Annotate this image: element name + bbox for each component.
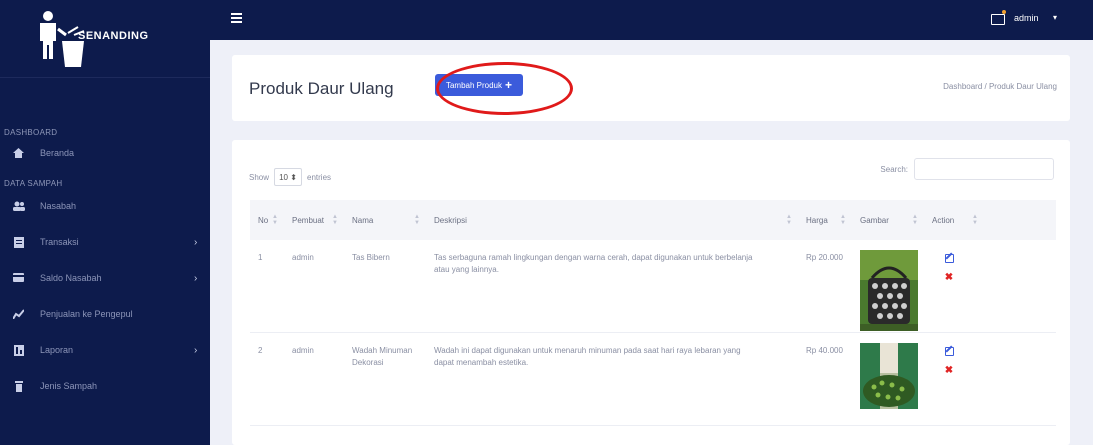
sidebar: SENANDING DASHBOARD Beranda DATA SAMPAH …: [0, 0, 210, 445]
cell-nama: Tas Bibern: [352, 253, 390, 262]
sidebar-item-label: Laporan: [40, 345, 74, 355]
plus-icon: +: [505, 78, 513, 92]
table-row: 2 admin Wadah Minuman Dekorasi Wadah ini…: [250, 333, 1056, 426]
home-icon: [13, 148, 24, 158]
sidebar-item-jenis-sampah[interactable]: Jenis Sampah: [0, 368, 210, 404]
sort-icon: ▲ ▼: [272, 213, 278, 226]
page-header: Produk Daur Ulang Tambah Produk + Dashbo…: [232, 55, 1070, 121]
report-icon: [13, 345, 24, 356]
sidebar-heading-dashboard: DASHBOARD: [4, 128, 58, 137]
column-header-harga[interactable]: Harga ▲ ▼: [798, 213, 852, 226]
add-product-label: Tambah Produk: [445, 80, 502, 90]
column-header-pembuat[interactable]: Pembuat ▲ ▼: [284, 213, 344, 226]
column-header-nama[interactable]: Nama ▲ ▼: [344, 213, 426, 226]
entries-control: Show 10 ⬍ entries: [249, 168, 331, 186]
edit-icon[interactable]: [944, 254, 954, 263]
users-icon: [13, 201, 25, 211]
cell-pembuat: admin: [292, 253, 314, 262]
cell-gambar: [852, 240, 924, 332]
notification-dot: [1002, 10, 1006, 14]
sort-icon: ▲ ▼: [786, 213, 792, 226]
menu-toggle-icon[interactable]: [231, 13, 242, 23]
column-header-action[interactable]: Action ▲ ▼: [924, 213, 984, 226]
entries-select[interactable]: 10 ⬍: [274, 168, 303, 186]
sort-icon: ▲ ▼: [414, 213, 420, 226]
chevron-right-icon: ›: [194, 272, 198, 284]
cell-harga: Rp 20.000: [806, 253, 843, 262]
cell-deskripsi: Wadah ini dapat digunakan untuk menaruh …: [434, 346, 741, 367]
search-label: Search:: [880, 164, 908, 174]
cell-harga: Rp 40.000: [806, 346, 843, 355]
sidebar-item-nasabah[interactable]: Nasabah: [0, 188, 210, 224]
cell-nama: Wadah Minuman Dekorasi: [352, 346, 413, 367]
sidebar-item-label: Jenis Sampah: [40, 381, 98, 391]
sidebar-heading-data-sampah: DATA SAMPAH: [4, 179, 63, 188]
products-table: No ▲ ▼ Pembuat ▲ ▼ Nama ▲ ▼ Deskripsi ▲ ▼ Harga ▲…: [250, 200, 1056, 426]
table-card: Show 10 ⬍ entries Search: No ▲ ▼ Pembuat ▲ ▼…: [232, 140, 1070, 445]
breadcrumb: Dashboard / Produk Daur Ulang: [943, 82, 1057, 91]
delete-icon[interactable]: ✖: [945, 366, 953, 376]
entries-label: entries: [307, 172, 332, 182]
cell-no: 2: [258, 346, 263, 355]
topbar: admin ▾: [210, 0, 1093, 40]
table-header: No ▲ ▼ Pembuat ▲ ▼ Nama ▲ ▼ Deskripsi ▲ ▼ Harga ▲…: [250, 200, 1056, 240]
chart-icon: [12, 309, 25, 320]
cell-gambar: [852, 333, 924, 425]
sort-icon: ▲ ▼: [912, 213, 918, 226]
mail-icon[interactable]: [991, 10, 1006, 25]
sidebar-item-label: Nasabah: [40, 201, 77, 211]
cell-deskripsi: Tas serbaguna ramah lingkungan dengan wa…: [434, 253, 753, 274]
sidebar-item-penjualan[interactable]: Penjualan ke Pengepul: [0, 296, 210, 332]
product-image-bag[interactable]: [860, 250, 918, 331]
sidebar-item-saldo-nasabah[interactable]: Saldo Nasabah ›: [0, 260, 210, 296]
sort-icon: ▲ ▼: [840, 213, 846, 226]
brand-logo-icon: [28, 9, 98, 69]
add-product-button[interactable]: Tambah Produk +: [435, 74, 523, 96]
column-header-deskripsi[interactable]: Deskripsi ▲ ▼: [426, 213, 798, 226]
chevron-right-icon: ›: [194, 236, 198, 248]
column-header-gambar[interactable]: Gambar ▲ ▼: [852, 213, 924, 226]
product-image-container[interactable]: [860, 343, 918, 409]
receipt-icon: [13, 237, 24, 248]
sidebar-item-label: Beranda: [40, 148, 75, 158]
search-control: Search:: [880, 158, 1054, 180]
column-header-no[interactable]: No ▲ ▼: [250, 213, 284, 226]
search-input[interactable]: [914, 158, 1054, 180]
user-menu[interactable]: admin: [1014, 13, 1039, 23]
cell-pembuat: admin: [292, 346, 314, 355]
trash-icon: [13, 381, 24, 392]
brand[interactable]: SENANDING: [0, 0, 210, 78]
edit-icon[interactable]: [944, 347, 954, 356]
sidebar-item-label: Saldo Nasabah: [40, 273, 102, 283]
row-actions: ✖: [924, 240, 974, 332]
chevron-right-icon: ›: [194, 344, 198, 356]
sidebar-item-label: Transaksi: [40, 237, 79, 247]
cell-no: 1: [258, 253, 263, 262]
wallet-icon: [13, 273, 24, 283]
table-row: 1 admin Tas Bibern Tas serbaguna ramah l…: [250, 240, 1056, 333]
delete-icon[interactable]: ✖: [945, 273, 953, 283]
sidebar-item-beranda[interactable]: Beranda: [0, 137, 210, 169]
sidebar-item-laporan[interactable]: Laporan ›: [0, 332, 210, 368]
sidebar-item-label: Penjualan ke Pengepul: [40, 309, 133, 319]
sidebar-item-transaksi[interactable]: Transaksi ›: [0, 224, 210, 260]
sort-icon: ▲ ▼: [972, 213, 978, 226]
sort-icon: ▲ ▼: [332, 213, 338, 226]
row-actions: ✖: [924, 333, 974, 425]
page-title: Produk Daur Ulang: [249, 79, 394, 98]
chevron-down-icon[interactable]: ▾: [1053, 13, 1057, 22]
show-label: Show: [249, 172, 270, 182]
